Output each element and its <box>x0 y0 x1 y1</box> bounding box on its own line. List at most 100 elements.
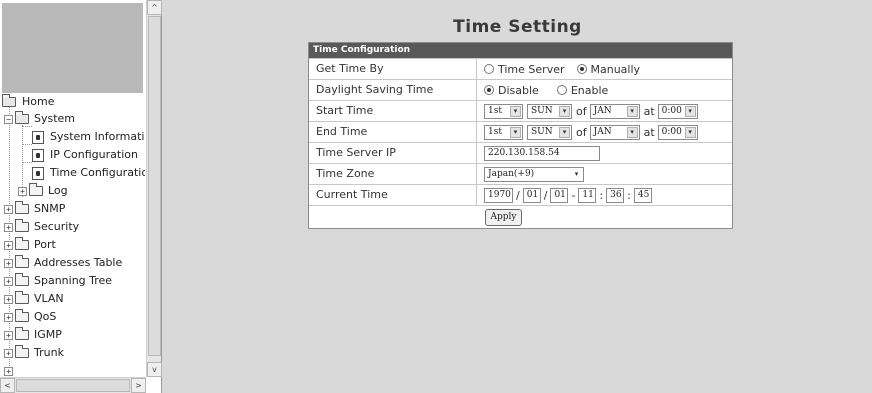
minute-input[interactable]: 36 <box>606 187 625 203</box>
tree-item-time-configuration[interactable]: Time Configuration <box>32 164 145 182</box>
date-time-separator: - <box>571 188 576 202</box>
tree-item-label: Security <box>34 220 80 233</box>
time-zone-select[interactable]: Japan(+9) ▾ <box>484 166 584 182</box>
expand-icon[interactable]: + <box>4 294 13 304</box>
chevron-down-icon: ▾ <box>684 105 696 117</box>
folder-open-icon <box>15 111 29 124</box>
end-month-select[interactable]: JAN ▾ <box>589 124 640 140</box>
end-hour-select[interactable]: 0:00 ▾ <box>657 124 698 140</box>
navigation-tree: Home − System System Information IP Conf… <box>0 93 145 376</box>
expand-icon[interactable]: + <box>18 186 27 196</box>
start-hour-select[interactable]: 0:00 ▾ <box>657 103 698 119</box>
tree-item-ip-configuration[interactable]: IP Configuration <box>32 146 138 164</box>
chevron-down-icon: ▾ <box>571 168 582 180</box>
vertical-scrollbar[interactable]: ^ v <box>146 0 162 377</box>
time-separator: : <box>599 188 604 202</box>
expand-icon[interactable]: + <box>4 330 13 340</box>
year-input[interactable]: 1970 <box>484 187 513 203</box>
end-day-select[interactable]: SUN ▾ <box>527 124 572 140</box>
tree-item-label: System Information <box>50 130 145 143</box>
main-content: Time Setting Time Configuration Get Time… <box>163 0 872 393</box>
start-month-select[interactable]: JAN ▾ <box>589 103 640 119</box>
tree-item-system[interactable]: − System <box>4 110 75 128</box>
time-zone-label: Time Zone <box>316 167 375 180</box>
tree-item-partial[interactable]: + <box>4 362 15 376</box>
expand-icon[interactable]: + <box>4 240 13 250</box>
page-icon <box>32 148 44 162</box>
expand-icon[interactable]: + <box>4 276 13 286</box>
daylight-saving-label: Daylight Saving Time <box>316 83 434 96</box>
scroll-down-icon[interactable]: v <box>147 362 162 377</box>
chevron-down-icon: ▾ <box>510 105 521 117</box>
chevron-down-icon: ▾ <box>626 126 638 138</box>
expand-icon[interactable]: + <box>4 312 13 322</box>
tree-item-label: QoS <box>34 310 57 323</box>
month-input[interactable]: 01 <box>522 187 541 203</box>
tree-item-igmp[interactable]: + IGMP <box>4 326 62 344</box>
disable-radio[interactable] <box>484 85 494 95</box>
tree-item-home[interactable]: Home <box>2 93 54 111</box>
tree-item-label: Spanning Tree <box>34 274 113 287</box>
scroll-left-icon[interactable]: < <box>0 378 15 393</box>
time-server-ip-label: Time Server IP <box>316 146 396 159</box>
end-time-label: End Time <box>316 125 368 138</box>
time-zone-row: Time Zone Japan(+9) ▾ <box>309 163 732 184</box>
expand-icon[interactable]: + <box>4 258 13 268</box>
end-time-row: End Time 1st ▾ SUN ▾ of JAN ▾ at 0:00 ▾ <box>309 121 732 142</box>
end-week-select[interactable]: 1st ▾ <box>484 124 523 140</box>
disable-radio-label[interactable]: Disable <box>498 84 539 97</box>
apply-button[interactable]: Apply <box>485 209 522 226</box>
navigation-frame: Home − System System Information IP Conf… <box>0 0 162 393</box>
second-input[interactable]: 45 <box>633 187 652 203</box>
panel-header: Time Configuration <box>309 43 732 58</box>
folder-icon <box>15 219 29 232</box>
day-input[interactable]: 01 <box>550 187 569 203</box>
tree-item-addresses-table[interactable]: + Addresses Table <box>4 254 122 272</box>
tree-item-label: Trunk <box>34 346 64 359</box>
tree-item-log[interactable]: + Log <box>18 182 68 200</box>
date-separator: / <box>543 188 548 202</box>
manually-radio-label[interactable]: Manually <box>591 63 641 76</box>
tree-item-spanning-tree[interactable]: + Spanning Tree <box>4 272 112 290</box>
tree-item-trunk[interactable]: + Trunk <box>4 344 64 362</box>
expand-icon[interactable]: + <box>4 348 13 358</box>
manually-radio[interactable] <box>576 64 587 74</box>
enable-radio-label[interactable]: Enable <box>571 84 608 97</box>
expand-icon[interactable]: + <box>4 222 13 232</box>
vertical-scroll-thumb[interactable] <box>148 16 161 356</box>
page-icon <box>32 166 44 180</box>
tree-item-snmp[interactable]: + SNMP <box>4 200 65 218</box>
hour-input[interactable]: 11 <box>578 187 597 203</box>
time-server-ip-input[interactable]: 220.130.158.54 <box>484 145 600 161</box>
scroll-right-icon[interactable]: > <box>131 378 146 393</box>
app-window: Home − System System Information IP Conf… <box>0 0 872 393</box>
time-server-radio[interactable] <box>484 64 494 74</box>
time-separator: : <box>627 188 631 202</box>
expand-icon[interactable]: + <box>4 366 13 376</box>
horizontal-scroll-thumb[interactable] <box>16 379 130 392</box>
folder-icon <box>15 309 29 322</box>
tree-item-label: VLAN <box>34 292 64 305</box>
tree-item-security[interactable]: + Security <box>4 218 79 236</box>
get-time-by-label: Get Time By <box>316 62 384 75</box>
enable-radio[interactable] <box>556 85 567 95</box>
tree-item-port[interactable]: + Port <box>4 236 56 254</box>
expand-icon[interactable]: + <box>4 204 13 214</box>
time-server-radio-label[interactable]: Time Server <box>498 63 565 76</box>
collapse-icon[interactable]: − <box>4 114 13 124</box>
tree-item-label: Time Configuration <box>50 166 145 179</box>
page-title: Time Setting <box>453 17 582 37</box>
start-day-select[interactable]: SUN ▾ <box>527 103 572 119</box>
horizontal-scrollbar[interactable]: < > <box>0 377 146 393</box>
tree-item-qos[interactable]: + QoS <box>4 308 56 326</box>
tree-item-vlan[interactable]: + VLAN <box>4 290 64 308</box>
of-text: of <box>576 125 587 139</box>
start-week-select[interactable]: 1st ▾ <box>484 103 523 119</box>
tree-item-label: Log <box>48 184 68 197</box>
tree-item-label: IGMP <box>34 328 62 341</box>
at-text: at <box>643 125 655 139</box>
tree-item-system-information[interactable]: System Information <box>32 128 145 146</box>
page-icon <box>32 130 44 144</box>
scroll-up-icon[interactable]: ^ <box>147 0 162 15</box>
start-time-label: Start Time <box>316 104 374 117</box>
